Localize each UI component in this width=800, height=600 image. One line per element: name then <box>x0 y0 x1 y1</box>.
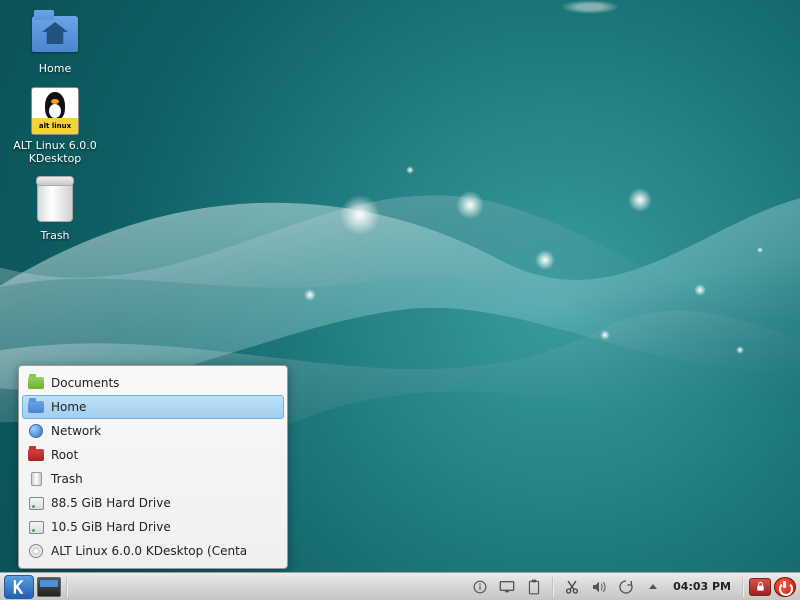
kde-logo-icon <box>10 578 28 596</box>
disc-tray-decoration <box>560 0 620 14</box>
places-menu-item-label: 88.5 GiB Hard Drive <box>51 496 171 510</box>
lock-screen-button[interactable] <box>749 578 771 596</box>
volume-tray-icon[interactable] <box>588 579 610 595</box>
places-menu-item[interactable]: Trash <box>22 467 284 491</box>
shutdown-button[interactable] <box>774 577 796 597</box>
klipper-scissors-icon[interactable] <box>561 579 583 595</box>
places-menu-item[interactable]: ALT Linux 6.0.0 KDesktop (Centa <box>22 539 284 563</box>
places-menu-item[interactable]: 88.5 GiB Hard Drive <box>22 491 284 515</box>
places-menu-item[interactable]: Home <box>22 395 284 419</box>
taskbar-separator <box>742 577 744 597</box>
desktop-icon-label: ALT Linux 6.0.0 KDesktop <box>11 139 99 165</box>
desktop-icon-label: Trash <box>40 229 69 242</box>
taskbar: 04:03 PM <box>0 572 800 600</box>
taskbar-separator <box>66 577 68 597</box>
places-menu-item-label: 10.5 GiB Hard Drive <box>51 520 171 534</box>
tray-separator <box>552 577 554 597</box>
places-menu-item-label: ALT Linux 6.0.0 KDesktop (Centa <box>51 544 247 558</box>
info-tray-icon[interactable] <box>469 579 491 595</box>
places-menu-item-label: Trash <box>51 472 83 486</box>
places-menu-item-label: Documents <box>51 376 119 390</box>
show-desktop-button[interactable] <box>37 577 61 597</box>
display-tray-icon[interactable] <box>496 579 518 595</box>
trash-icon <box>37 180 73 222</box>
desktop-icon-home[interactable]: Home <box>10 10 100 75</box>
k-menu-button[interactable] <box>4 575 34 599</box>
places-menu-item-label: Home <box>51 400 86 414</box>
hard-drive-icon <box>28 495 44 511</box>
updates-tray-icon[interactable] <box>615 579 637 595</box>
desktop-icon-trash[interactable]: Trash <box>10 177 100 242</box>
places-menu-item-label: Network <box>51 424 101 438</box>
taskbar-clock[interactable]: 04:03 PM <box>667 580 737 593</box>
folder-blue-icon <box>28 399 44 415</box>
home-folder-icon <box>32 16 78 52</box>
places-menu-item[interactable]: Documents <box>22 371 284 395</box>
trash-mini-icon <box>28 471 44 487</box>
places-menu-item[interactable]: 10.5 GiB Hard Drive <box>22 515 284 539</box>
places-menu: Documents Home Network Root Trash 88.5 GiB Ha… <box>18 365 288 569</box>
folder-red-icon <box>28 447 44 463</box>
places-menu-item[interactable]: Root <box>22 443 284 467</box>
desktop-icon-label: Home <box>39 62 71 75</box>
desktop-icon-alt-linux[interactable]: alt linux ALT Linux 6.0.0 KDesktop <box>10 87 100 165</box>
alt-linux-icon: alt linux <box>31 87 79 135</box>
places-menu-item[interactable]: Network <box>22 419 284 443</box>
hard-drive-icon <box>28 519 44 535</box>
system-tray <box>469 576 664 598</box>
folder-green-icon <box>28 375 44 391</box>
places-menu-item-label: Root <box>51 448 78 462</box>
optical-disc-icon <box>28 543 44 559</box>
globe-icon <box>28 423 44 439</box>
systray-expand-arrow[interactable] <box>642 576 664 598</box>
clipboard-tray-icon[interactable] <box>523 579 545 595</box>
